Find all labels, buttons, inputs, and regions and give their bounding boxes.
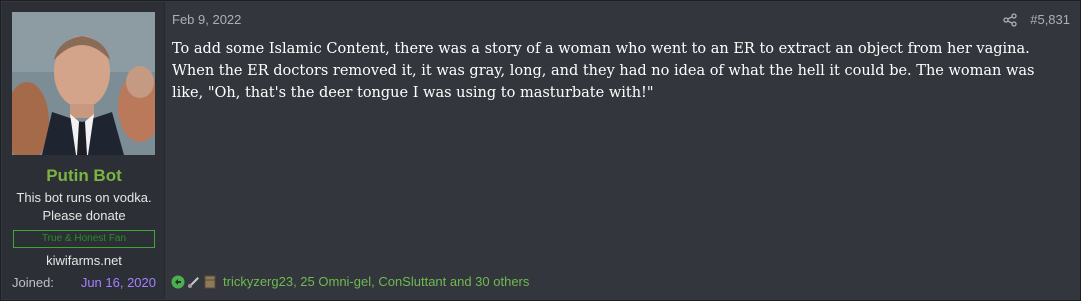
username[interactable]: Putin Bot: [2, 166, 166, 186]
reaction-tool-icon: [187, 274, 201, 288]
post-body: To add some Islamic Content, there was a…: [172, 41, 1035, 101]
reaction-box-icon: [203, 274, 217, 289]
user-info-panel: Putin Bot This bot runs on vodka. Please…: [2, 2, 165, 299]
user-site: kiwifarms.net: [46, 253, 122, 268]
post-date[interactable]: Feb 9, 2022: [172, 12, 241, 27]
user-title-line2: Please donate: [42, 208, 126, 223]
reaction-list[interactable]: trickyzerg23, 25 Omni-gel, ConSluttant a…: [223, 274, 529, 289]
joined-label: Joined:: [12, 275, 54, 290]
share-icon[interactable]: [1003, 12, 1017, 27]
joined-date: Jun 16, 2020: [80, 275, 156, 290]
user-title-line1: This bot runs on vodka.: [16, 190, 152, 205]
reaction-green-icon: [171, 274, 185, 289]
forum-post: Putin Bot This bot runs on vodka. Please…: [0, 0, 1081, 301]
avatar-image: [12, 12, 155, 155]
user-avatar[interactable]: [12, 12, 155, 155]
post-number[interactable]: #5,831: [1030, 12, 1070, 27]
reactions-bar[interactable]: trickyzerg23, 25 Omni-gel, ConSluttant a…: [171, 272, 529, 290]
user-banner: True & Honest Fan: [13, 230, 155, 248]
user-title: This bot runs on vodka. Please donate: [2, 189, 166, 225]
